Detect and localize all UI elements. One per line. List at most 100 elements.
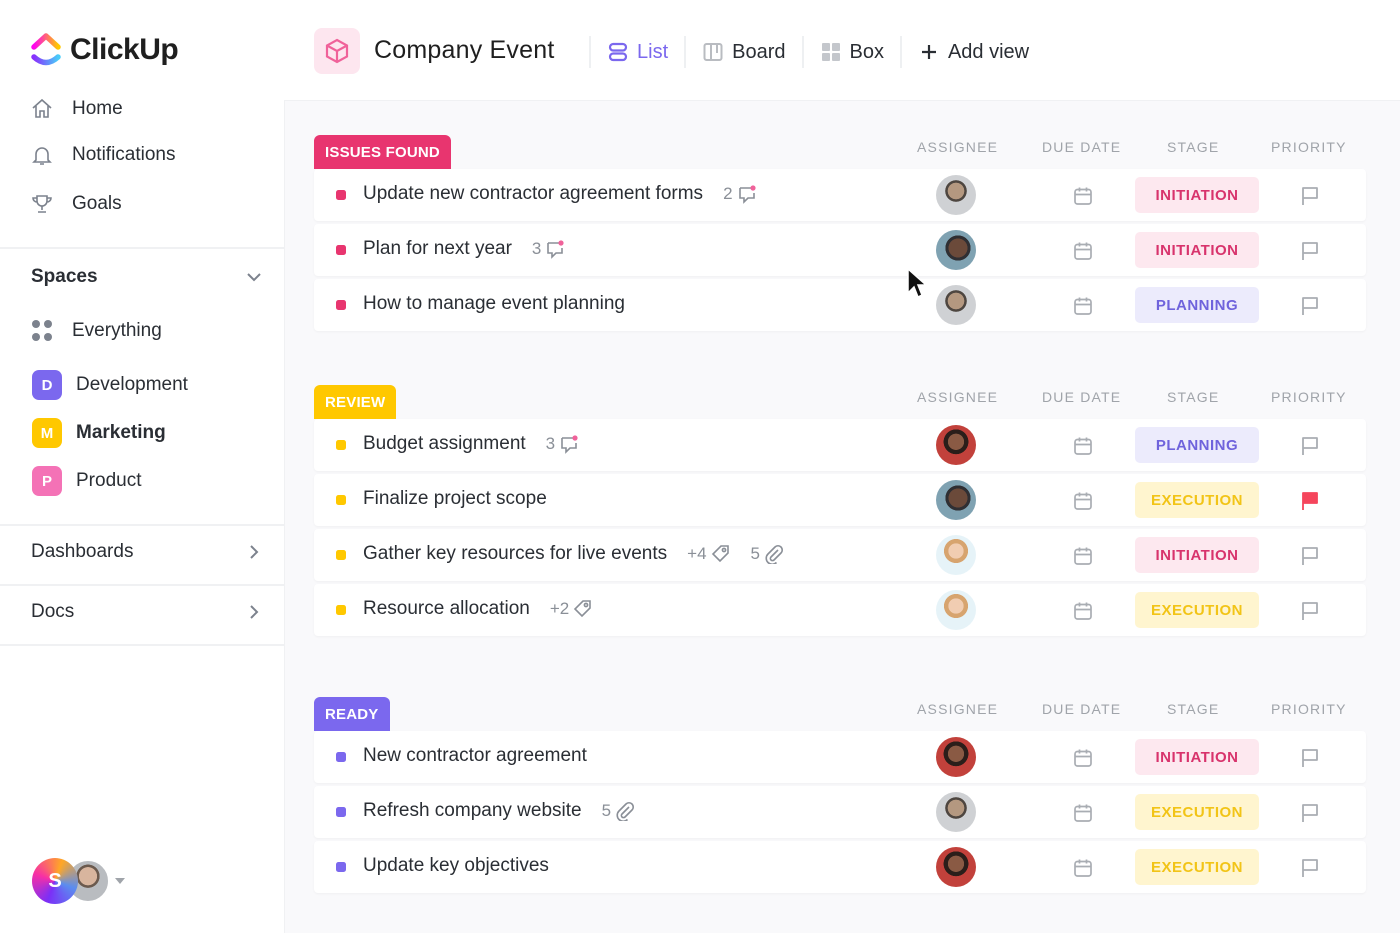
add-view-button[interactable]: Add view [902,33,1045,71]
flag-icon[interactable] [1298,544,1322,568]
task-row[interactable]: Budget assignment 3 PLANNING [314,419,1366,471]
task-row[interactable]: Finalize project scope EXECUTION [314,474,1366,526]
space-marketing[interactable]: M Marketing [32,418,166,448]
stage-badge[interactable]: PLANNING [1135,427,1259,463]
task-title[interactable]: Finalize project scope [363,488,547,510]
status-indicator[interactable] [336,605,346,615]
assignee-avatar[interactable] [936,285,976,325]
comment-count[interactable]: 2 [723,184,756,204]
assignee-avatar[interactable] [936,230,976,270]
flag-icon[interactable] [1298,239,1322,263]
space-development[interactable]: D Development [32,370,188,400]
status-indicator[interactable] [336,440,346,450]
task-row[interactable]: Refresh company website 5 EXECUTION [314,786,1366,838]
nav-notifications[interactable]: Notifications [30,143,176,167]
stage-badge[interactable]: INITIATION [1135,537,1259,573]
spaces-toggle[interactable]: Spaces [31,266,263,288]
task-title[interactable]: Refresh company website [363,800,582,822]
flag-icon[interactable] [1298,294,1322,318]
status-indicator[interactable] [336,752,346,762]
tab-list[interactable]: List [591,33,684,71]
assignee-avatar[interactable] [936,425,976,465]
calendar-icon[interactable] [1072,240,1094,262]
clickup-logo[interactable]: ClickUp [30,32,179,68]
assignee-avatar[interactable] [936,590,976,630]
stage-badge[interactable]: INITIATION [1135,177,1259,213]
column-header-priority[interactable]: PRIORITY [1271,701,1347,717]
task-title[interactable]: Budget assignment [363,433,526,455]
column-header-stage[interactable]: STAGE [1167,139,1219,155]
status-indicator[interactable] [336,245,346,255]
stage-badge[interactable]: EXECUTION [1135,849,1259,885]
nav-home[interactable]: Home [30,97,123,121]
tag-count[interactable]: +4 [687,544,730,564]
task-row[interactable]: New contractor agreement INITIATION [314,731,1366,783]
attachment-count[interactable]: 5 [602,801,635,821]
calendar-icon[interactable] [1072,802,1094,824]
calendar-icon[interactable] [1072,185,1094,207]
comment-count[interactable]: 3 [532,239,565,259]
column-header-due-date[interactable]: DUE DATE [1042,701,1121,717]
status-indicator[interactable] [336,495,346,505]
assignee-avatar[interactable] [936,847,976,887]
stage-badge[interactable]: EXECUTION [1135,482,1259,518]
assignee-avatar[interactable] [936,480,976,520]
task-row[interactable]: How to manage event planning PLANNING [314,279,1366,331]
column-header-due-date[interactable]: DUE DATE [1042,389,1121,405]
stage-badge[interactable]: INITIATION [1135,739,1259,775]
user-menu[interactable]: S [32,858,125,904]
status-indicator[interactable] [336,300,346,310]
space-everything[interactable]: Everything [32,320,162,342]
assignee-avatar[interactable] [936,737,976,777]
status-indicator[interactable] [336,807,346,817]
task-title[interactable]: Plan for next year [363,238,512,260]
comment-count[interactable]: 3 [546,434,579,454]
nav-goals[interactable]: Goals [30,192,122,216]
task-row[interactable]: Plan for next year 3 INITIATION [314,224,1366,276]
flag-icon[interactable] [1298,746,1322,770]
task-title[interactable]: How to manage event planning [363,293,625,315]
stage-badge[interactable]: PLANNING [1135,287,1259,323]
column-header-priority[interactable]: PRIORITY [1271,139,1347,155]
assignee-avatar[interactable] [936,175,976,215]
calendar-icon[interactable] [1072,490,1094,512]
nav-dashboards[interactable]: Dashboards [31,541,263,563]
tab-board[interactable]: Board [686,33,801,71]
urgent-flag-icon[interactable] [1298,489,1322,513]
assignee-avatar[interactable] [936,535,976,575]
flag-icon[interactable] [1298,801,1322,825]
column-header-assignee[interactable]: ASSIGNEE [917,701,998,717]
tab-box[interactable]: Box [804,33,900,71]
calendar-icon[interactable] [1072,857,1094,879]
stage-badge[interactable]: EXECUTION [1135,592,1259,628]
flag-icon[interactable] [1298,434,1322,458]
column-header-priority[interactable]: PRIORITY [1271,389,1347,405]
column-header-due-date[interactable]: DUE DATE [1042,139,1121,155]
tag-count[interactable]: +2 [550,599,593,619]
nav-docs[interactable]: Docs [31,601,263,623]
calendar-icon[interactable] [1072,747,1094,769]
task-title[interactable]: Update new contractor agreement forms [363,183,703,205]
space-product[interactable]: P Product [32,466,141,496]
column-header-assignee[interactable]: ASSIGNEE [917,139,998,155]
calendar-icon[interactable] [1072,600,1094,622]
task-row[interactable]: Resource allocation +2 EXECUTION [314,584,1366,636]
task-row[interactable]: Update key objectives EXECUTION [314,841,1366,893]
column-header-stage[interactable]: STAGE [1167,389,1219,405]
status-indicator[interactable] [336,862,346,872]
group-status-tag[interactable]: ISSUES FOUND [314,135,451,169]
calendar-icon[interactable] [1072,435,1094,457]
status-indicator[interactable] [336,550,346,560]
flag-icon[interactable] [1298,856,1322,880]
stage-badge[interactable]: INITIATION [1135,232,1259,268]
task-title[interactable]: Gather key resources for live events [363,543,667,565]
task-title[interactable]: Resource allocation [363,598,530,620]
flag-icon[interactable] [1298,184,1322,208]
group-status-tag[interactable]: REVIEW [314,385,397,419]
column-header-stage[interactable]: STAGE [1167,701,1219,717]
task-title[interactable]: Update key objectives [363,855,549,877]
calendar-icon[interactable] [1072,295,1094,317]
task-title[interactable]: New contractor agreement [363,745,587,767]
attachment-count[interactable]: 5 [751,544,784,564]
task-row[interactable]: Gather key resources for live events +4 5 … [314,529,1366,581]
